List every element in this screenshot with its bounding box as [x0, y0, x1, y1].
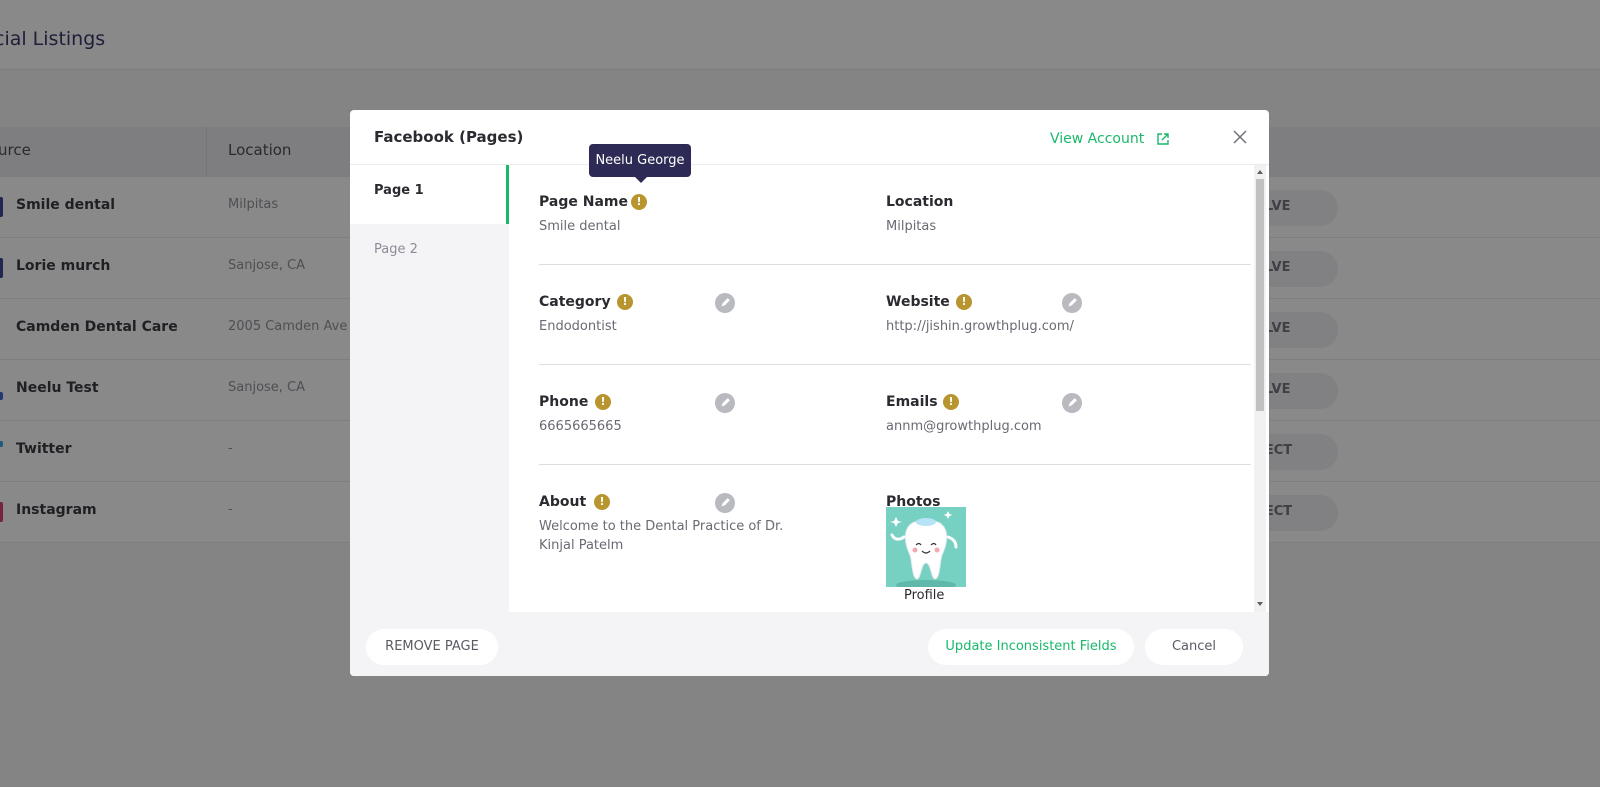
cancel-button[interactable]: Cancel	[1145, 629, 1243, 665]
pencil-icon[interactable]	[1062, 393, 1082, 413]
pencil-icon[interactable]	[715, 493, 735, 513]
field-value: annm@growthplug.com	[886, 419, 1042, 434]
nav-item-page-1[interactable]: Page 1	[350, 165, 509, 224]
field-label: Location	[886, 194, 954, 210]
phone-field: Phone ! 6665665665	[539, 365, 839, 465]
emails-field: Emails ! annm@growthplug.com	[886, 365, 1186, 465]
field-value: Smile dental	[539, 219, 621, 234]
field-row: Category ! Endodontist Website ! http://…	[539, 265, 1251, 365]
profile-photo[interactable]	[886, 507, 966, 587]
remove-page-button[interactable]: REMOVE PAGE	[366, 629, 498, 665]
field-label: Category	[539, 294, 611, 310]
scroll-up-icon[interactable]	[1257, 170, 1263, 174]
scroll-down-icon[interactable]	[1257, 602, 1263, 606]
field-label: Website	[886, 294, 950, 310]
warning-icon[interactable]: !	[956, 294, 972, 310]
field-value: Endodontist	[539, 319, 617, 334]
field-row: About ! Welcome to the Dental Practice o…	[539, 465, 1251, 612]
warning-icon[interactable]: !	[595, 394, 611, 410]
view-account-label: View Account	[1050, 131, 1145, 147]
modal-title: Facebook (Pages)	[374, 128, 524, 146]
update-inconsistent-fields-button[interactable]: Update Inconsistent Fields	[928, 629, 1134, 665]
field-label: Page Name	[539, 194, 628, 210]
page-name-field: Page Name ! Smile dental	[539, 165, 839, 265]
category-field: Category ! Endodontist	[539, 265, 839, 365]
about-line-1: Welcome to the Dental Practice of Dr.	[539, 519, 784, 534]
field-label: About	[539, 494, 587, 510]
modal-header: Facebook (Pages) View Account	[350, 110, 1269, 165]
field-label: Emails	[886, 394, 938, 410]
pencil-icon[interactable]	[715, 393, 735, 413]
warning-icon[interactable]: !	[631, 194, 647, 210]
field-value: 6665665665	[539, 419, 622, 434]
about-line-2: Kinjal Patelm	[539, 538, 624, 553]
field-value: Milpitas	[886, 219, 937, 234]
page-details[interactable]: Page Name ! Smile dental Location Milpit…	[509, 165, 1269, 612]
field-value: http://jishin.growthplug.com/	[886, 319, 1074, 334]
website-field: Website ! http://jishin.growthplug.com/	[886, 265, 1186, 365]
scroll-thumb[interactable]	[1256, 179, 1264, 411]
photos-field: Photos Profile	[886, 465, 1186, 612]
user-tooltip: Neelu George	[589, 144, 691, 183]
pencil-icon[interactable]	[1062, 293, 1082, 313]
modal-footer: REMOVE PAGE Update Inconsistent Fields C…	[350, 612, 1269, 676]
about-field: About ! Welcome to the Dental Practice o…	[539, 465, 839, 612]
external-link-icon	[1156, 133, 1169, 149]
warning-icon[interactable]: !	[617, 294, 633, 310]
content-scrollbar[interactable]	[1254, 165, 1266, 612]
pencil-icon[interactable]	[715, 293, 735, 313]
nav-item-page-2[interactable]: Page 2	[350, 224, 509, 283]
warning-icon[interactable]: !	[943, 394, 959, 410]
field-label: Phone	[539, 394, 589, 410]
field-row: Phone ! 6665665665 Emails ! annm@growthp…	[539, 365, 1251, 465]
photo-caption: Profile	[904, 588, 945, 603]
field-value: Welcome to the Dental Practice of Dr. Ki…	[539, 517, 783, 555]
view-account-link[interactable]: View Account	[1050, 131, 1169, 149]
location-field: Location Milpitas	[886, 165, 1186, 265]
close-icon[interactable]	[1230, 127, 1250, 147]
page-nav: Page 1 Page 2	[350, 165, 509, 612]
warning-icon[interactable]: !	[594, 494, 610, 510]
facebook-pages-modal: Facebook (Pages) View Account Page 1 Pag…	[350, 110, 1269, 676]
